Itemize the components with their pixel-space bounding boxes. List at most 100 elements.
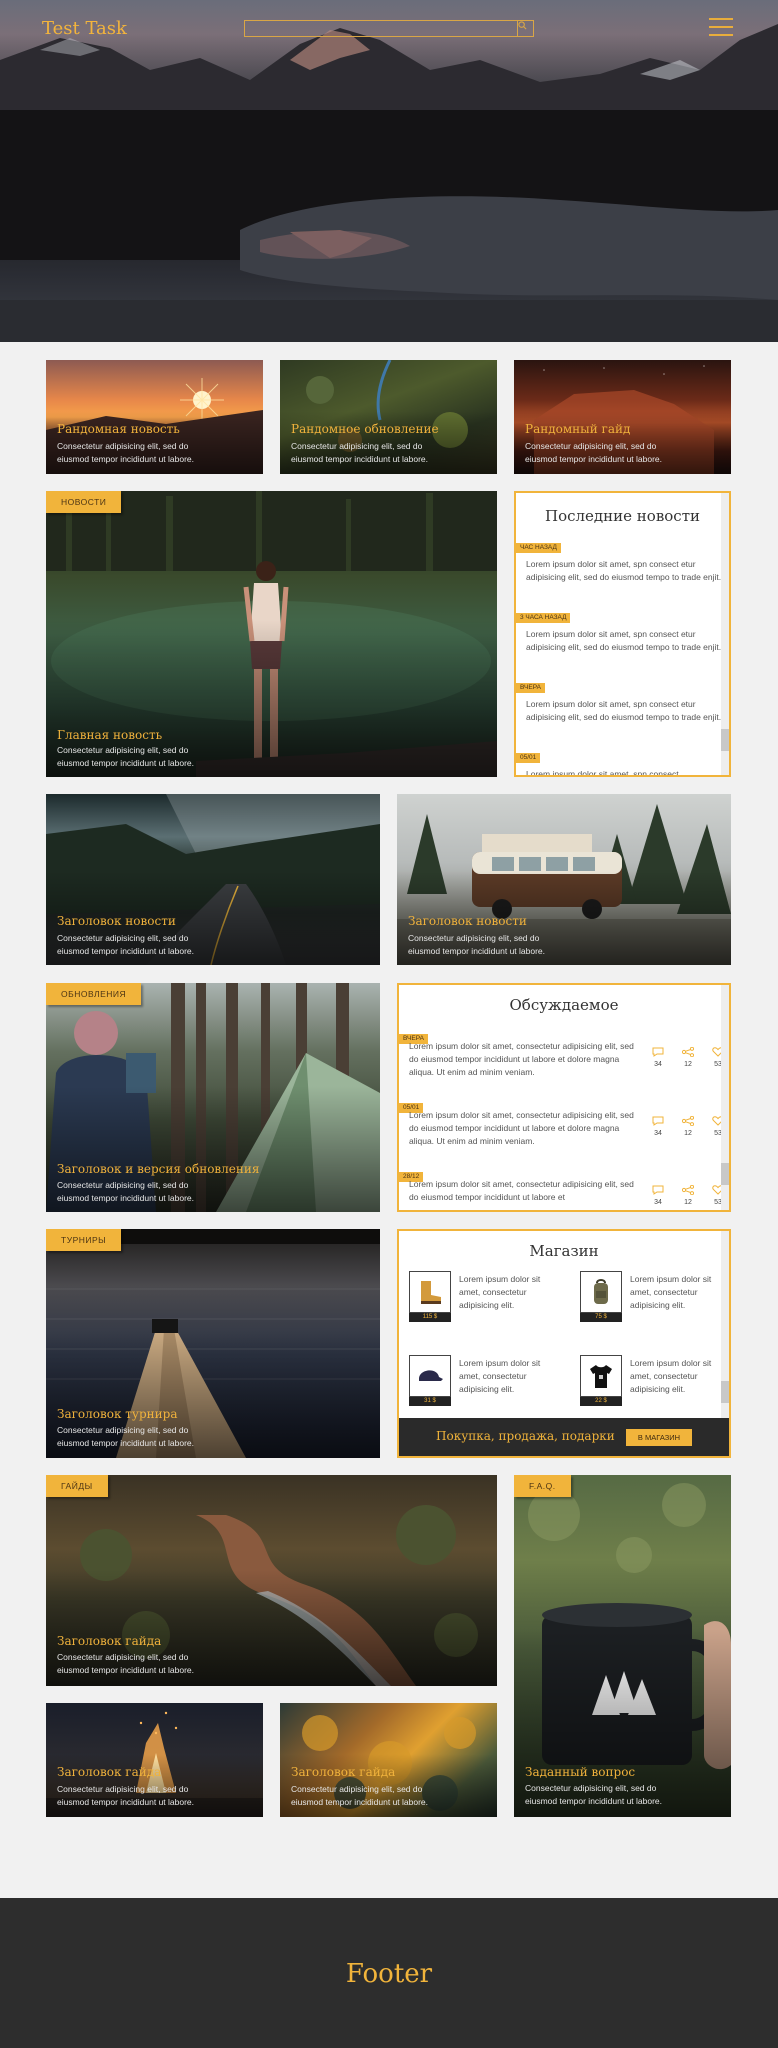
card-title: Заголовок новости (57, 914, 176, 928)
shop-bar: Покупка, продажа, подарки В МАГАЗИН (399, 1418, 729, 1456)
tournaments-card[interactable]: ТУРНИРЫ Заголовок турнира Consectetur ad… (46, 1229, 380, 1458)
card-text: Consectetur adipisicing elit, sed do eiu… (291, 1784, 429, 1807)
guide-card-campfire[interactable]: Заголовок гайда Consectetur adipisicing … (46, 1703, 263, 1817)
faq-tag[interactable]: F.A.Q. (514, 1475, 571, 1497)
search-button[interactable] (517, 21, 533, 36)
random-update-card[interactable]: Рандомное обновление Consectetur adipisi… (280, 360, 497, 474)
comment-icon (652, 1116, 664, 1126)
product-description: Lorem ipsum dolor sit amet, consectetur … (630, 1358, 712, 1394)
guides-tag[interactable]: ГАЙДЫ (46, 1475, 108, 1497)
card-text: Consectetur adipisicing elit, sed do eiu… (57, 1652, 195, 1675)
share-count[interactable]: 12 (675, 1116, 701, 1137)
time-badge: ЧАС НАЗАД (516, 543, 561, 553)
hero-mountains-image (0, 24, 778, 342)
card-title: Заголовок гайда (57, 1634, 162, 1648)
shop-button[interactable]: В МАГАЗИН (626, 1429, 692, 1446)
search-icon (518, 21, 527, 30)
product-image[interactable] (580, 1355, 622, 1397)
tshirt-icon (590, 1365, 612, 1388)
shop-item[interactable]: 115 $ Lorem ipsum dolor sit amet, consec… (409, 1271, 569, 1331)
card-text: Consectetur adipisicing elit, sed do eiu… (57, 441, 195, 464)
product-price: 22 $ (580, 1397, 622, 1406)
news-card-road[interactable]: Заголовок новости Consectetur adipisicin… (46, 794, 380, 965)
share-icon (682, 1116, 694, 1126)
share-icon (682, 1047, 694, 1057)
list-item[interactable]: 05/01 Lorem ipsum dolor sit amet, spn co… (516, 746, 723, 777)
comment-count[interactable]: 34 (645, 1116, 671, 1137)
product-description: Lorem ipsum dolor sit amet, consectetur … (459, 1358, 541, 1394)
card-title: Заданный вопрос (525, 1765, 636, 1779)
shop-item[interactable]: 22 $ Lorem ipsum dolor sit amet, consect… (580, 1355, 729, 1415)
list-item[interactable]: ВЧЕРА Lorem ipsum dolor sit amet, consec… (399, 1027, 724, 1097)
card-text: Consectetur adipisicing elit, sed do eiu… (525, 441, 663, 464)
discussed-panel: Обсуждаемое ВЧЕРА Lorem ipsum dolor sit … (397, 983, 731, 1212)
share-icon (682, 1185, 694, 1195)
comment-icon (652, 1185, 664, 1195)
card-title: Рандомный гайд (525, 422, 631, 436)
scrollbar[interactable] (721, 1231, 729, 1418)
site-logo[interactable]: Test Task (42, 18, 127, 39)
product-image[interactable] (580, 1271, 622, 1313)
card-title: Рандомное обновление (291, 422, 439, 436)
news-text: Lorem ipsum dolor sit amet, spn consect … (526, 629, 722, 652)
card-text: Consectetur adipisicing elit, sed do eiu… (408, 933, 546, 956)
discussed-text: Lorem ipsum dolor sit amet, consectetur … (409, 1041, 634, 1077)
main-news-card[interactable]: НОВОСТИ Главная новость Consectetur adip… (46, 491, 497, 777)
hero-banner: Test Task (0, 0, 778, 342)
random-guide-card[interactable]: Рандомный гайд Consectetur adipisicing e… (514, 360, 731, 474)
random-news-card[interactable]: Рандомная новость Consectetur adipisicin… (46, 360, 263, 474)
faq-card[interactable]: F.A.Q. Заданный вопрос Consectetur adipi… (514, 1475, 731, 1817)
time-badge: ВЧЕРА (516, 683, 545, 693)
product-description: Lorem ipsum dolor sit amet, consectetur … (459, 1274, 541, 1310)
scrollbar[interactable] (721, 985, 729, 1210)
card-title: Главная новость (57, 728, 163, 742)
card-title: Заголовок гайда (291, 1765, 396, 1779)
list-item[interactable]: 3 ЧАСА НАЗАД Lorem ipsum dolor sit amet,… (516, 606, 723, 676)
news-text: Lorem ipsum dolor sit amet, spn consect … (526, 559, 722, 582)
product-price: 115 $ (409, 1313, 451, 1322)
card-text: Consectetur adipisicing elit, sed do eiu… (57, 745, 195, 768)
time-badge: 05/01 (516, 753, 541, 763)
product-image[interactable] (409, 1271, 451, 1313)
tournaments-tag[interactable]: ТУРНИРЫ (46, 1229, 122, 1251)
scrollbar[interactable] (721, 493, 729, 775)
card-text: Consectetur adipisicing elit, sed do eiu… (57, 1180, 195, 1203)
share-count[interactable]: 12 (675, 1047, 701, 1068)
shop-slogan: Покупка, продажа, подарки (436, 1429, 615, 1443)
shop-item[interactable]: 31 $ Lorem ipsum dolor sit amet, consect… (409, 1355, 569, 1415)
time-badge: 3 ЧАСА НАЗАД (516, 613, 571, 623)
product-image[interactable] (409, 1355, 451, 1397)
list-item[interactable]: ЧАС НАЗАД Lorem ipsum dolor sit amet, sp… (516, 536, 723, 606)
updates-tag[interactable]: ОБНОВЛЕНИЯ (46, 983, 142, 1005)
footer-title: Footer (345, 1959, 433, 1989)
comment-count[interactable]: 34 (645, 1185, 671, 1206)
shop-item[interactable]: 75 $ Lorem ipsum dolor sit amet, consect… (580, 1271, 729, 1331)
comment-count[interactable]: 34 (645, 1047, 671, 1068)
footer: Footer (0, 1898, 778, 2048)
card-text: Consectetur adipisicing elit, sed do eiu… (525, 1783, 663, 1806)
panel-title: Последние новости (545, 507, 700, 525)
guide-card-autumn[interactable]: Заголовок гайда Consectetur adipisicing … (280, 1703, 497, 1817)
menu-button[interactable] (709, 18, 733, 38)
card-title: Заголовок турнира (57, 1407, 178, 1421)
search-input[interactable] (244, 20, 534, 37)
product-description: Lorem ipsum dolor sit amet, consectetur … (630, 1274, 712, 1310)
list-item[interactable]: 05/01 Lorem ipsum dolor sit amet, consec… (399, 1096, 724, 1166)
card-text: Consectetur adipisicing elit, sed do eiu… (57, 1425, 195, 1448)
product-price: 31 $ (409, 1397, 451, 1406)
shop-panel: Магазин 115 $ Lorem ipsum dolor sit amet… (397, 1229, 731, 1458)
news-tag[interactable]: НОВОСТИ (46, 491, 122, 513)
news-text: Lorem ipsum dolor sit amet, spn consect … (526, 699, 722, 722)
product-price: 75 $ (580, 1313, 622, 1322)
news-card-van[interactable]: Заголовок новости Consectetur adipisicin… (397, 794, 731, 965)
updates-card[interactable]: ОБНОВЛЕНИЯ Заголовок и версия обновления… (46, 983, 380, 1212)
share-count[interactable]: 12 (675, 1185, 701, 1206)
cap-icon (419, 1370, 443, 1381)
panel-title: Обсуждаемое (509, 996, 619, 1014)
menu-icon (709, 18, 733, 20)
list-item[interactable]: ВЧЕРА Lorem ipsum dolor sit amet, spn co… (516, 676, 723, 746)
news-text: Lorem ipsum dolor sit amet, spn consect (526, 769, 679, 777)
list-item[interactable]: 28/12 Lorem ipsum dolor sit amet, consec… (399, 1165, 723, 1210)
guides-main-card[interactable]: ГАЙДЫ Заголовок гайда Consectetur adipis… (46, 1475, 497, 1686)
latest-news-panel: Последние новости ЧАС НАЗАД Lorem ipsum … (514, 491, 731, 777)
